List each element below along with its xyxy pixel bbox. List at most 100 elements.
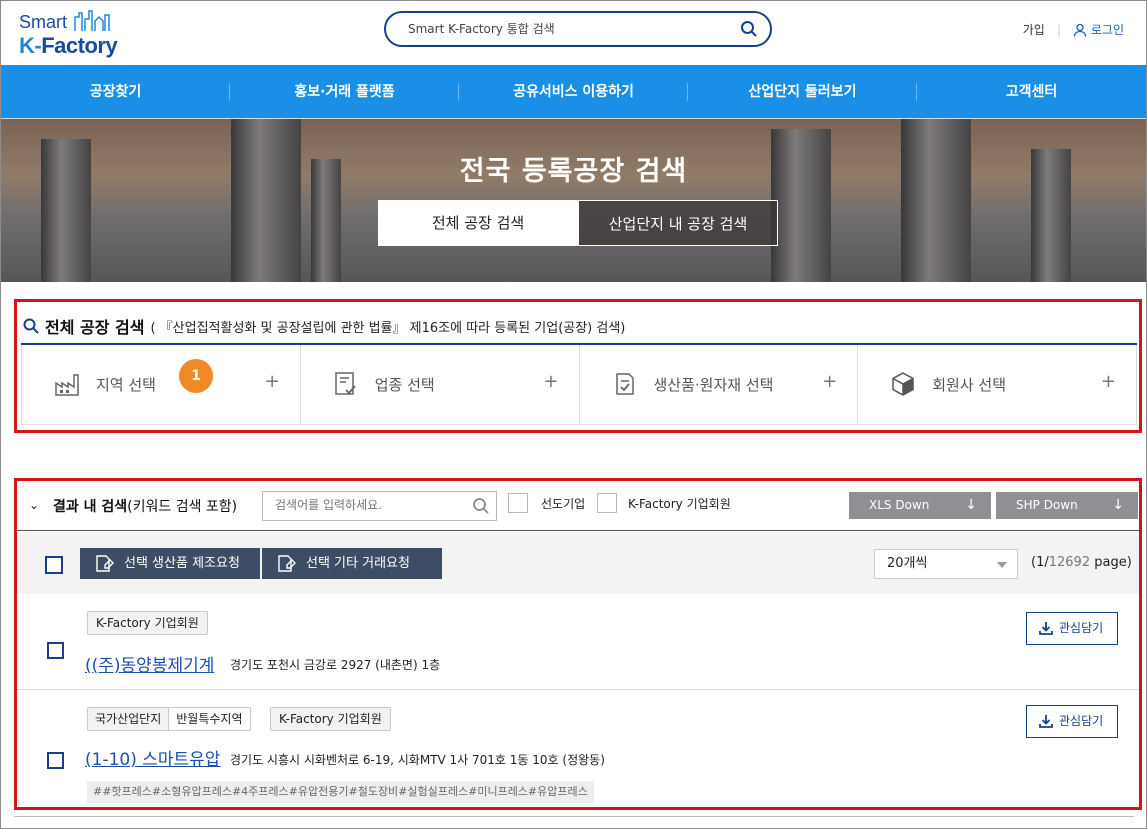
global-search[interactable] [384,11,772,47]
nav-item-promotion-platform[interactable]: 홍보·거래 플랫폼 [230,65,459,119]
item-checkbox[interactable] [47,752,64,769]
request-other-trade-label: 선택 기타 거래요청 [306,556,410,571]
logo-k: K- [19,33,42,58]
tab-industrial-complex-search[interactable]: 산업단지 내 공장 검색 [578,200,778,246]
request-manufacture-label: 선택 생산품 제조요청 [124,556,240,571]
site-header: Smart K-Factory 가입 | 로그인 [1,1,1146,65]
industry-select-label: 업종 선택 [374,376,435,394]
search-icon[interactable] [472,497,490,515]
xls-download-label: XLS Down [869,498,930,512]
keyword-search[interactable] [262,491,497,521]
product-keyword-tags: ##핫프레스#소형유압프레스#4주프레스#유압전용기#철도장비#실험실프레스#미… [87,781,594,803]
cube-icon [892,372,914,396]
request-other-trade-button[interactable]: 선택 기타 거래요청 [262,548,442,579]
link-divider: | [1056,22,1061,37]
factory-icon [55,374,79,396]
add-favorite-label: 관심담기 [1059,714,1104,728]
page-total: 12692 [1048,555,1091,570]
page-title: 전국 등록공장 검색 [459,156,688,187]
download-icon [1039,622,1053,635]
results-toolbar: ⌄ 결과 내 검색(키워드 검색 포함) 선도기업 K-Factory 기업회원… [17,481,1139,531]
results-panel: ⌄ 결과 내 검색(키워드 검색 포함) 선도기업 K-Factory 기업회원… [14,478,1142,810]
nav-item-find-factory[interactable]: 공장찾기 [1,65,230,119]
checklist-icon [335,372,356,395]
category-search-title: 전체 공장 검색 ( 『산업집적활성화 및 공장설립에 관한 법률』 제16조에… [23,314,625,338]
nav-item-shared-services[interactable]: 공유서비스 이용하기 [459,65,688,119]
add-favorite-button[interactable]: 관심담기 [1026,705,1118,738]
arrow-down-icon: ↓ [1112,497,1124,513]
login-link[interactable]: 로그인 [1073,21,1124,38]
kfactory-member-checkbox[interactable] [597,493,617,513]
category-search-subtitle: ( 『산업집적활성화 및 공장설립에 관한 법률』 제16조에 따라 등록된 기… [150,320,626,336]
nav-item-customer-center[interactable]: 고객센터 [917,65,1146,119]
bulk-action-row: 선택 생산품 제조요청 선택 기타 거래요청 20개씩 (1/12692 pag… [17,532,1139,594]
complex-tag: 국가산업단지 반월특수지역 [87,707,251,731]
list-item: K-Factory 기업회원 ((주)동양봉제기계 경기도 포천시 금강로 29… [17,594,1139,690]
select-all-checkbox[interactable] [45,556,63,574]
product-material-select[interactable]: 생산품·원자재 선택 + [580,345,859,424]
request-icon [278,555,296,572]
category-search-heading: 전체 공장 검색 [45,318,145,337]
complex-tag-right: 반월특수지역 [168,708,250,730]
caret-down-icon [997,562,1007,568]
keyword-search-input[interactable] [275,498,465,512]
plus-icon[interactable]: + [822,371,837,392]
join-link[interactable]: 가입 [1023,21,1045,38]
site-logo[interactable]: Smart K-Factory [19,7,119,59]
company-name-link[interactable]: (1-10) 스마트유압 [85,745,220,770]
product-material-select-label: 생산품·원자재 선택 [653,376,774,394]
plus-icon[interactable]: + [265,371,280,392]
plus-icon[interactable]: + [1101,371,1116,392]
results-search-title-bold: 결과 내 검색 [53,499,128,515]
per-page-value: 20개씩 [887,556,928,571]
document-check-icon [615,373,634,395]
user-icon [1073,23,1087,37]
member-company-select-label: 회원사 선택 [932,376,1007,394]
shp-download-label: SHP Down [1016,498,1078,512]
company-address: 경기도 시흥시 시화벤처로 6-19, 시화MTV 1사 701호 1동 10호… [230,753,605,767]
complex-tag-left: 국가산업단지 [95,712,162,726]
nav-item-industrial-complex[interactable]: 산업단지 둘러보기 [688,65,917,119]
item-checkbox[interactable] [47,642,64,659]
shp-download-button[interactable]: SHP Down ↓ [996,492,1138,519]
global-search-input[interactable] [408,19,728,39]
add-favorite-label: 관심담기 [1059,621,1104,635]
search-icon[interactable] [740,20,758,38]
plus-icon[interactable]: + [543,371,558,392]
search-mode-tabs: 전체 공장 검색 산업단지 내 공장 검색 [378,200,778,246]
kfactory-member-label: K-Factory 기업회원 [628,497,731,511]
leading-company-label: 선도기업 [541,497,586,511]
page-info-suffix: page) [1090,555,1132,570]
results-search-title-rest: (키워드 검색 포함) [127,499,238,515]
login-label: 로그인 [1090,23,1124,37]
member-tag: K-Factory 기업회원 [270,707,391,731]
page-bottom-divider [14,816,1134,817]
add-favorite-button[interactable]: 관심담기 [1026,612,1118,645]
tab-all-factory-search[interactable]: 전체 공장 검색 [378,200,578,246]
hero-banner: 전국 등록공장 검색 전체 공장 검색 산업단지 내 공장 검색 [1,119,1146,282]
leading-company-checkbox[interactable] [508,493,528,513]
step-badge: 1 [179,359,213,393]
arrow-down-icon: ↓ [965,497,977,513]
request-manufacture-button[interactable]: 선택 생산품 제조요청 [80,548,260,579]
region-select-label: 지역 선택 [96,376,156,394]
per-page-select[interactable]: 20개씩 [874,549,1018,579]
page-info: (1/12692 page) [1031,555,1132,570]
search-icon [23,318,39,334]
company-address: 경기도 포천시 금강로 2927 (내촌면) 1층 [230,658,441,672]
results-search-title: 결과 내 검색(키워드 검색 포함) [53,496,237,516]
logo-factory: Factory [41,33,118,58]
chevron-down-icon[interactable]: ⌄ [29,498,39,512]
company-name-link[interactable]: ((주)동양봉제기계 [85,651,214,676]
industry-select[interactable]: 업종 선택 + [301,345,580,424]
user-links: 가입 | 로그인 [1023,21,1124,38]
region-select[interactable]: 지역 선택 + [22,345,301,424]
download-icon [1039,715,1053,728]
list-item: 국가산업단지 반월특수지역 K-Factory 기업회원 (1-10) 스마트유… [17,690,1139,810]
request-icon [96,555,114,572]
member-company-select[interactable]: 회원사 선택 + [858,345,1136,424]
skyline-logo-icon [74,10,110,31]
main-nav: 공장찾기 홍보·거래 플랫폼 공유서비스 이용하기 산업단지 둘러보기 고객센터 [1,65,1146,119]
xls-download-button[interactable]: XLS Down ↓ [849,492,991,519]
page-info-prefix: (1/ [1031,555,1049,570]
